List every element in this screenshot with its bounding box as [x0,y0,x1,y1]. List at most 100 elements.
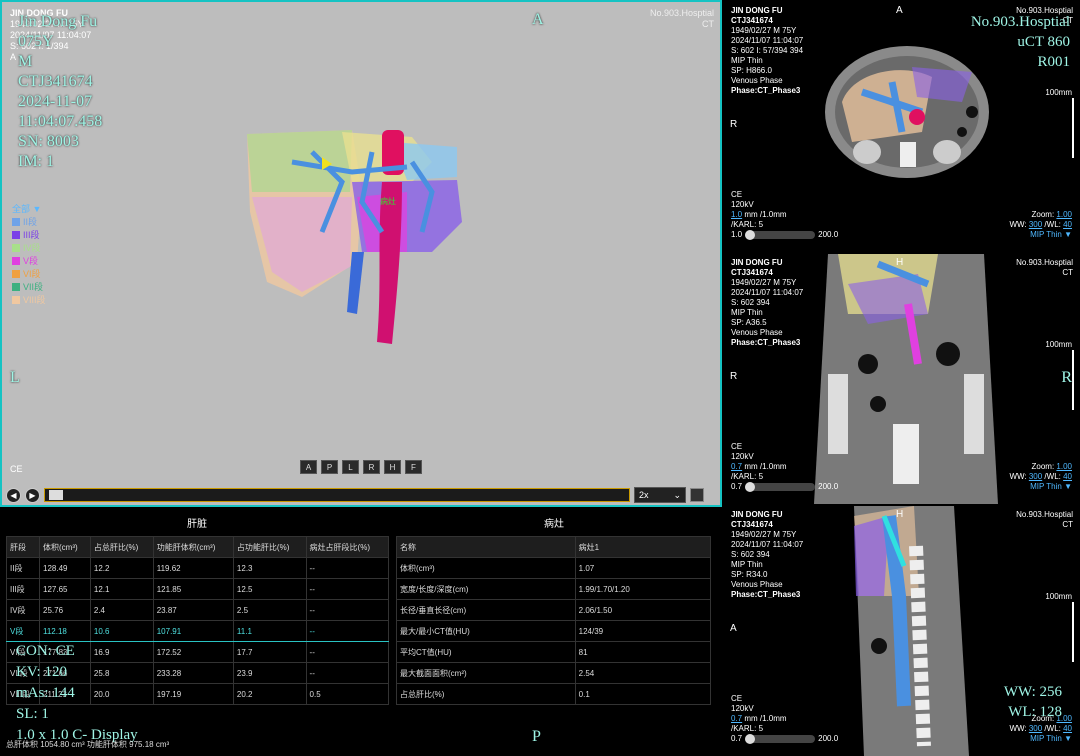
view-mip: MIP Thin [731,308,763,317]
ct-view-2[interactable]: JIN DONG FU CTJ341674 1949/02/27 M 75Y 2… [724,254,1080,504]
play-button[interactable]: ▶ [25,487,40,503]
view-patient-name: JIN DONG FU [731,6,783,15]
table-cell: 0.1 [574,683,712,705]
view-scale-bar [1072,350,1074,410]
thickness-slider[interactable] [745,734,816,744]
overlay-window: WW: 256 WL: 128 [1004,682,1062,722]
table-cell: 12.3 [232,557,307,579]
legend-item[interactable]: V段 [12,254,46,267]
table-row[interactable]: V段 112.18 10.6 107.91 11.1 -- [6,620,390,642]
save-icon[interactable] [690,488,704,502]
table-cell: 0.5 [305,683,390,705]
view-button-r[interactable]: R [363,460,380,474]
table-cell: 2.06/1.50 [574,599,712,621]
table-cell: 2.5 [232,599,307,621]
view-info-bottom: CE 120kV 0.7 mm /1.0mm /KARL: 5 0.7 200.0 [731,694,838,744]
view-button-h[interactable]: H [384,460,401,474]
con-label: CON: CE [16,643,75,659]
table-cell: 172.52 [152,641,234,663]
view-button-f[interactable]: F [405,460,422,474]
table-cell: 平均CT值(HU) [396,641,576,663]
view-wl[interactable]: 40 [1063,220,1072,229]
view-thickness[interactable]: 0.7 [731,714,742,723]
liver-3d-model[interactable]: 病灶 [232,122,482,352]
legend-item[interactable]: VIII段 [12,293,46,306]
view-karl: /KARL: 5 [731,724,764,733]
legend-item[interactable]: VII段 [12,280,46,293]
view-orient-left: R [730,371,738,382]
view-ww[interactable]: 300 [1029,724,1042,733]
table-cell: III段 [6,578,40,600]
kv-label: KV: 120 [16,664,67,680]
view-zoom[interactable]: 1.00 [1056,210,1072,219]
view-dob: 1949/02/27 M 75Y [731,530,797,539]
legend-item[interactable]: III段 [12,228,46,241]
previous-button[interactable]: ◀ [6,487,21,503]
portal-vein [377,182,402,344]
thickness-slider-knob[interactable] [745,230,756,240]
liver-table-title: 肝脏 [187,519,207,530]
chevron-down-icon: ⌄ [673,489,681,500]
view-phase-name: Phase:CT_Phase3 [731,590,801,599]
view-ww[interactable]: 300 [1029,472,1042,481]
hospital-name: No.903.Hosptial [649,8,714,18]
thickness-slider-knob[interactable] [745,482,756,492]
mas-label: mAs: 144 [16,685,75,701]
view-ww[interactable]: 300 [1029,220,1042,229]
timeline-thumb[interactable] [49,490,63,500]
table-row[interactable]: IV段 25.76 2.4 23.87 2.5 -- [6,599,390,621]
legend-filter[interactable]: 全部 ▼ [12,202,46,215]
legend-item[interactable]: VI段 [12,267,46,280]
series-number: SN: 8003 [18,133,79,150]
legend-swatch [12,269,20,278]
view-button-l[interactable]: L [342,460,359,474]
ct-view-1[interactable]: JIN DONG FU CTJ341674 1949/02/27 M 75Y 2… [724,2,1080,252]
view-datetime: 2024/11/07 11:04:07 [731,36,804,45]
view-karl: /KARL: 5 [731,472,764,481]
legend-swatch [12,295,20,304]
view-info-right: No.903.Hosptial CT [1016,258,1073,278]
view-patient-id: CTJ341674 [731,268,773,277]
view-karl: /KARL: 5 [731,220,764,229]
table-cell: 长径/垂直长径(cm) [396,599,576,621]
mip-mode-select[interactable]: MIP Thin ▼ [1009,734,1072,744]
modality: CT [702,19,714,29]
view-slider-min: 0.7 [731,482,743,491]
view-thickness[interactable]: 1.0 [731,210,742,219]
table-cell: 128.49 [39,557,91,579]
speed-select[interactable]: 2x ⌄ [634,487,686,503]
mip-mode-select[interactable]: MIP Thin ▼ [1009,482,1072,492]
thickness-slider[interactable] [745,482,816,492]
mip-mode-select[interactable]: MIP Thin ▼ [1009,230,1072,240]
view-phase: Venous Phase [731,76,783,85]
view-wl[interactable]: 40 [1063,724,1072,733]
ct-view-3[interactable]: JIN DONG FU CTJ341674 1949/02/27 M 75Y 2… [724,506,1080,756]
legend-label: VIII段 [23,295,46,305]
liver-column-header: 病灶占肝段比(%) [305,536,390,558]
table-cell: 81 [574,641,712,663]
view-modality: CT [1062,520,1073,529]
view-button-a[interactable]: A [300,460,317,474]
timeline-track[interactable] [44,488,630,502]
3d-view[interactable]: JIN DONG FU 1949/02/27 M 75Y 2024/11/07 … [0,0,722,507]
view-slice-position: SP: H866.0 [731,66,772,75]
legend-swatch [12,230,20,239]
overlay-ww: WW: 256 [1003,684,1062,700]
view-button-p[interactable]: P [321,460,338,474]
view-zoom[interactable]: 1.00 [1056,462,1072,471]
view-hospital: No.903.Hosptial [1016,258,1073,267]
view-thickness[interactable]: 0.7 [731,462,742,471]
study-date: 2024-11-07 [18,93,93,110]
image-number: IM: 1 [18,153,54,170]
table-row[interactable]: II段 128.49 12.2 119.62 12.3 -- [6,557,390,579]
table-row: 最大/最小CT值(HU) 124/39 [396,620,712,642]
liver-column-header: 肝段 [6,536,40,558]
table-row[interactable]: III段 127.65 12.1 121.85 12.5 -- [6,578,390,600]
view-wl[interactable]: 40 [1063,472,1072,481]
legend-item[interactable]: II段 [12,215,46,228]
legend-item[interactable]: IV段 [12,241,46,254]
patient-name: Jin Dong Fu [18,13,98,30]
thickness-slider-knob[interactable] [745,734,756,744]
thickness-slider[interactable] [745,230,816,240]
overlay-orient-right: R [1061,369,1072,386]
